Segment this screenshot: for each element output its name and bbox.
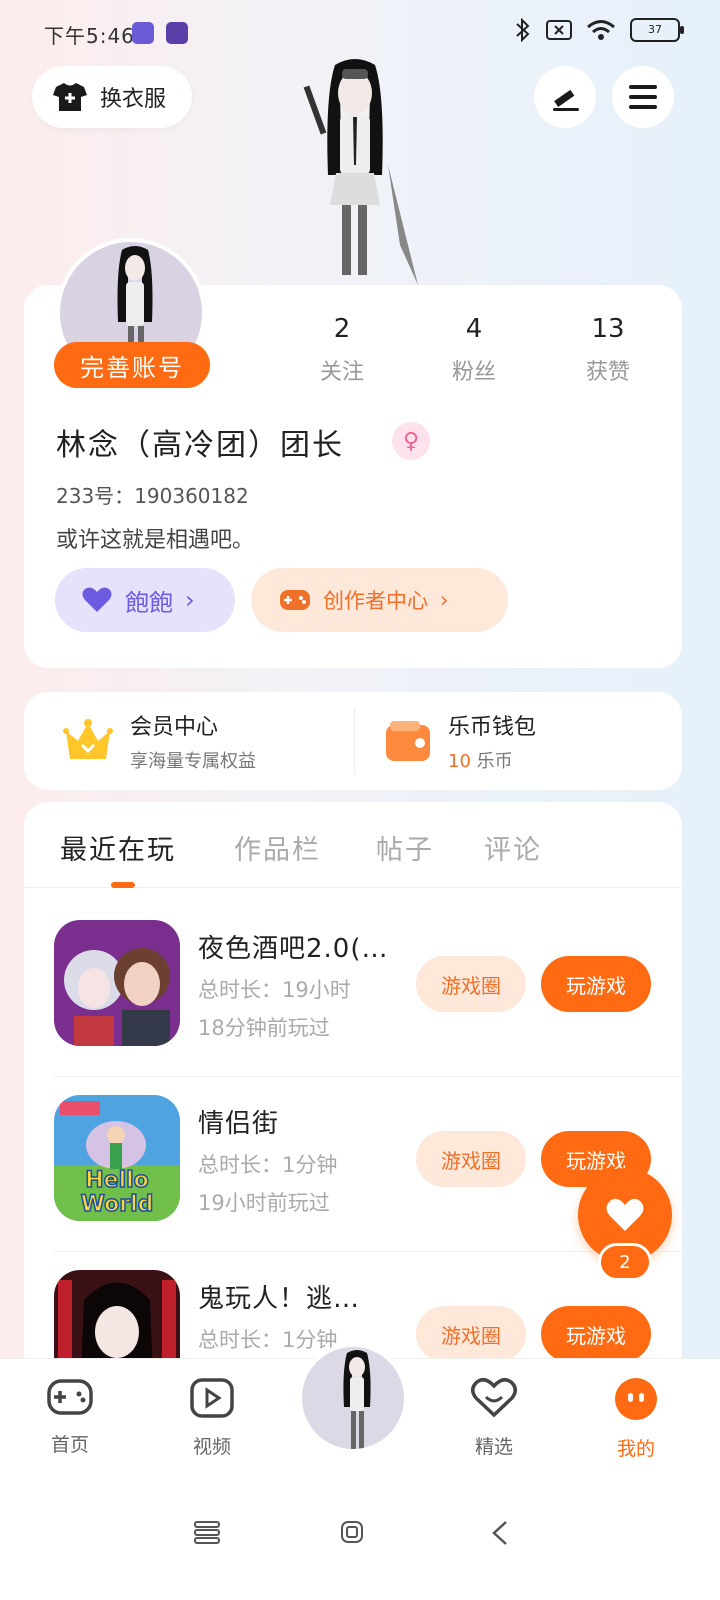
bottom-nav: 首页 视频 精选 我的 xyxy=(0,1343,720,1474)
gamepad-icon xyxy=(280,590,310,610)
creator-center-label: 创作者中心 xyxy=(323,589,428,613)
member-center-subtitle: 享海量专属权益 xyxy=(130,751,256,772)
wallet-unit: 乐币 xyxy=(476,751,513,772)
content-card: 最近在玩 作品栏 帖子 评论 夜色酒吧2.0(… 总时长：19小时 18分钟前玩… xyxy=(24,802,682,1422)
game-last-played: 18分钟前玩过 xyxy=(198,1016,330,1040)
menu-button[interactable] xyxy=(612,66,674,128)
tab-recent[interactable]: 最近在玩 xyxy=(60,828,176,867)
game-title: 夜色酒吧2.0(… xyxy=(198,934,389,964)
tab-indicator xyxy=(111,882,135,888)
svg-text:World: World xyxy=(81,1192,154,1217)
game-duration: 总时长：19小时 xyxy=(198,978,351,1002)
play-game-button[interactable]: 玩游戏 xyxy=(541,956,651,1012)
edit-button[interactable] xyxy=(534,66,596,128)
tab-comments[interactable]: 评论 xyxy=(484,828,542,867)
nav-avatar-center[interactable] xyxy=(298,1343,408,1453)
avatar-character[interactable] xyxy=(290,55,420,290)
chevron-right-icon: › xyxy=(185,586,195,614)
bio: 或许这就是相遇吧。 xyxy=(56,528,255,553)
pencil-icon xyxy=(553,89,579,111)
play-game-button[interactable]: 玩游戏 xyxy=(541,1306,651,1362)
wallet-title: 乐币钱包 xyxy=(448,715,537,740)
tab-posts[interactable]: 帖子 xyxy=(376,828,434,867)
game-title: 情侣街 xyxy=(198,1109,280,1139)
smiley-face-icon xyxy=(615,1378,657,1420)
bluetooth-icon xyxy=(516,18,530,42)
tab-works[interactable]: 作品栏 xyxy=(234,828,321,867)
notification-app-icon xyxy=(166,22,188,44)
change-outfit-button[interactable]: 换衣服 xyxy=(32,66,192,128)
game-circle-button[interactable]: 游戏圈 xyxy=(416,1306,526,1362)
game-row[interactable]: 夜色酒吧2.0(… 总时长：19小时 18分钟前玩过 游戏圈 玩游戏 xyxy=(54,902,682,1077)
nav-label: 精选 xyxy=(474,1436,513,1458)
like-count-badge: 2 xyxy=(598,1243,652,1281)
bao-label: 飽飽 xyxy=(125,588,173,617)
play-video-icon xyxy=(190,1378,234,1418)
female-gender-icon: ♀ xyxy=(392,422,430,460)
stat-likes[interactable]: 13 获赞 xyxy=(558,314,658,386)
wallet-button[interactable]: 乐币钱包 10 乐币 xyxy=(384,692,536,790)
game-title: 鬼玩人！逃… xyxy=(198,1284,361,1314)
heart-icon xyxy=(82,587,112,612)
stat-value: 4 xyxy=(465,314,483,344)
game-duration: 总时长：1分钟 xyxy=(198,1328,338,1352)
stat-following[interactable]: 2 关注 xyxy=(292,314,392,386)
game-thumbnail[interactable] xyxy=(54,920,180,1046)
creator-center-button[interactable]: 创作者中心 › xyxy=(251,568,508,632)
nav-label: 视频 xyxy=(192,1436,231,1458)
nav-me[interactable]: 我的 xyxy=(596,1377,676,1461)
member-center-title: 会员中心 xyxy=(130,715,219,740)
hamburger-menu-icon xyxy=(629,85,657,109)
nav-video[interactable]: 视频 xyxy=(172,1377,252,1459)
chevron-right-icon: › xyxy=(440,588,449,612)
avatar-character-thumb xyxy=(343,1350,371,1449)
uid-value: 190360182 xyxy=(134,484,249,508)
svg-text:Hello: Hello xyxy=(85,1168,149,1193)
bao-button[interactable]: 飽飽 › xyxy=(55,568,235,632)
game-circle-button[interactable]: 游戏圈 xyxy=(416,956,526,1012)
tshirt-icon xyxy=(53,83,87,111)
nav-home[interactable]: 首页 xyxy=(30,1377,110,1457)
username: 林念（高冷团）团长 xyxy=(56,428,344,463)
game-last-played: 19小时前玩过 xyxy=(198,1191,330,1215)
nav-label: 我的 xyxy=(616,1438,655,1460)
notification-app-icon xyxy=(132,22,154,44)
stat-label: 关注 xyxy=(319,360,364,385)
wifi-icon xyxy=(587,20,615,40)
user-id: 233号：190360182 xyxy=(56,480,249,509)
game-thumbnail[interactable]: Hello World xyxy=(54,1095,180,1221)
crown-icon xyxy=(63,719,113,759)
content-tabs: 最近在玩 作品栏 帖子 评论 xyxy=(24,802,682,888)
system-nav-bar xyxy=(0,1474,720,1600)
gamepad-icon xyxy=(47,1379,93,1415)
wallet-icon xyxy=(386,721,430,761)
member-center-button[interactable]: 会员中心 享海量专属权益 xyxy=(62,692,256,790)
wallet-balance: 10 乐币 xyxy=(448,747,536,773)
stat-value: 2 xyxy=(333,314,351,344)
back-icon[interactable] xyxy=(490,1520,510,1546)
game-duration: 总时长：1分钟 xyxy=(198,1153,338,1177)
stat-label: 获赞 xyxy=(585,360,630,385)
home-icon[interactable] xyxy=(340,1520,364,1544)
nav-label: 首页 xyxy=(50,1434,89,1456)
battery-icon: 37 xyxy=(630,18,684,42)
divider xyxy=(354,708,355,774)
heart-icon xyxy=(606,1198,644,1231)
stat-followers[interactable]: 4 粉丝 xyxy=(424,314,524,386)
status-time: 下午5:46 xyxy=(44,24,135,48)
recent-apps-icon[interactable] xyxy=(194,1520,220,1544)
sim-x-icon xyxy=(546,20,572,40)
wallet-amount: 10 xyxy=(448,751,471,772)
stat-value: 13 xyxy=(591,314,625,344)
game-circle-button[interactable]: 游戏圈 xyxy=(416,1131,526,1187)
stat-label: 粉丝 xyxy=(451,360,496,385)
heart-outline-icon xyxy=(471,1378,517,1418)
nav-featured[interactable]: 精选 xyxy=(454,1377,534,1459)
vip-wallet-card: 会员中心 享海量专属权益 乐币钱包 10 乐币 xyxy=(24,692,682,790)
uid-label: 233号： xyxy=(56,484,135,508)
complete-account-button[interactable]: 完善账号 xyxy=(54,342,210,388)
change-outfit-label: 换衣服 xyxy=(100,87,167,112)
